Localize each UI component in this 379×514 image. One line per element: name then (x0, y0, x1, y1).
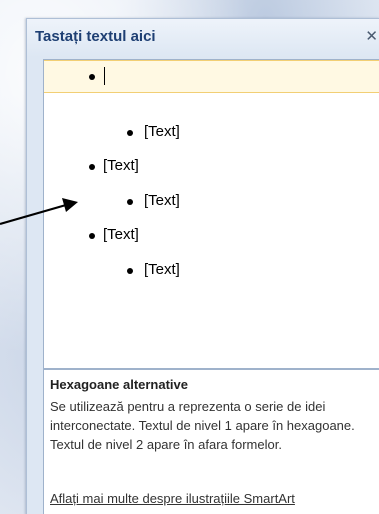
layout-name: Hexagoane alternative (50, 377, 189, 392)
pane-header: Tastați textul aici ✕ (27, 19, 379, 57)
learn-more-link[interactable]: Aflați mai multe despre ilustrațiile Sma… (50, 491, 295, 506)
text-entry-area[interactable]: [Text] [Text] [Text] [Text] [Text] (43, 59, 379, 369)
bullet-text[interactable]: [Text] (144, 257, 180, 283)
bullet-icon (127, 130, 133, 136)
bullet-text[interactable]: [Text] (144, 119, 180, 145)
layout-description-text: Se utilizează pentru a reprezenta o seri… (50, 399, 355, 452)
bullet-icon (89, 74, 95, 80)
close-icon[interactable]: ✕ (365, 27, 378, 45)
layout-description: Hexagoane alternative Se utilizează pent… (43, 369, 379, 514)
bullet-item-6[interactable]: [Text] (44, 257, 379, 283)
bullet-text[interactable]: [Text] (103, 222, 139, 248)
bullet-icon (127, 199, 133, 205)
bullet-item-3[interactable]: [Text] (44, 153, 379, 179)
pane-title: Tastați textul aici (35, 28, 156, 45)
bullet-item-1[interactable] (44, 60, 379, 93)
bullet-icon (89, 233, 95, 239)
smartart-text-pane: Tastați textul aici ✕ [Text] [Text] [Tex… (26, 18, 379, 514)
bullet-icon (127, 268, 133, 274)
bullet-text[interactable]: [Text] (103, 153, 139, 179)
bullet-icon (89, 164, 95, 170)
bullet-text[interactable]: [Text] (144, 188, 180, 214)
bullet-item-4[interactable]: [Text] (44, 188, 379, 214)
bullet-item-2[interactable]: [Text] (44, 119, 379, 145)
text-cursor (104, 67, 105, 85)
bullet-item-5[interactable]: [Text] (44, 222, 379, 248)
